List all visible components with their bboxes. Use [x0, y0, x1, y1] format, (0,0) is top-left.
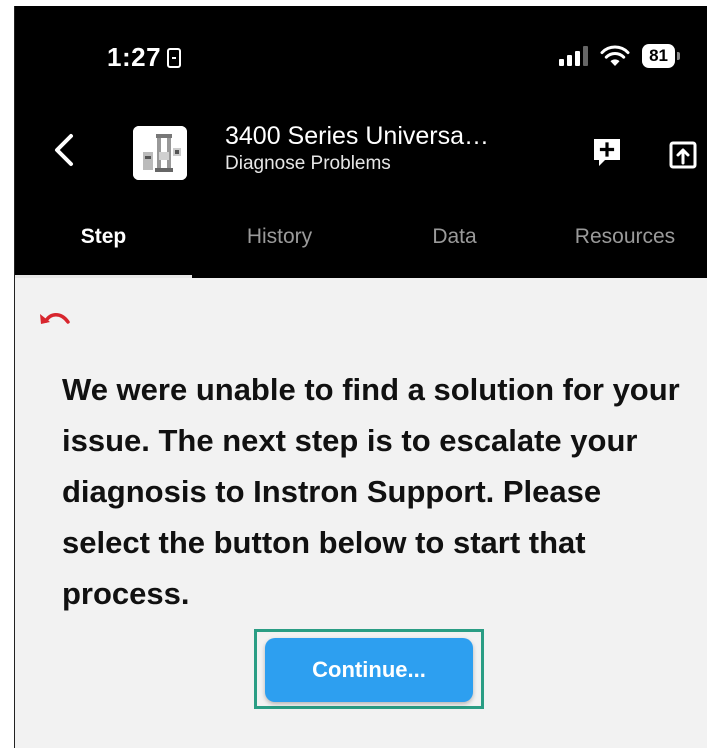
tab-step[interactable]: Step — [15, 196, 192, 278]
app-header: 3400 Series Universa… Diagnose Problems — [15, 106, 707, 196]
battery-level: 81 — [642, 44, 675, 68]
tab-history-label: History — [246, 225, 313, 248]
tab-resources-label: Resources — [574, 225, 676, 248]
status-time: 1:27 — [107, 42, 182, 73]
share-icon[interactable] — [668, 140, 698, 170]
add-note-icon[interactable] — [591, 136, 623, 168]
status-time-label: 1:27 — [107, 42, 162, 72]
signal-icon — [559, 46, 589, 66]
tab-bar: Step History Data Resources — [15, 196, 707, 278]
tab-data-label: Data — [432, 225, 477, 248]
tab-step-label: Step — [80, 225, 127, 248]
status-bar: 1:27 81 — [15, 6, 707, 106]
back-icon[interactable] — [47, 128, 83, 172]
page-title: 3400 Series Universa… — [225, 122, 490, 150]
product-thumbnail — [133, 126, 187, 180]
notification-badge-icon — [167, 47, 182, 68]
tab-history[interactable]: History — [192, 196, 367, 278]
tab-data[interactable]: Data — [367, 196, 542, 278]
header-title-block: 3400 Series Universa… Diagnose Problems — [225, 122, 555, 175]
phone-screen: 1:27 81 3400 Series Universa… Diagnose P… — [14, 6, 707, 748]
escalation-message: We were unable to find a solution for yo… — [62, 372, 680, 611]
page-subtitle: Diagnose Problems — [225, 153, 391, 174]
status-indicators: 81 — [559, 44, 680, 68]
tab-resources[interactable]: Resources — [542, 196, 707, 278]
continue-button[interactable]: Continue... — [265, 638, 473, 702]
wifi-icon — [600, 45, 630, 66]
undo-icon[interactable] — [37, 306, 73, 330]
battery-icon: 81 — [642, 44, 680, 68]
